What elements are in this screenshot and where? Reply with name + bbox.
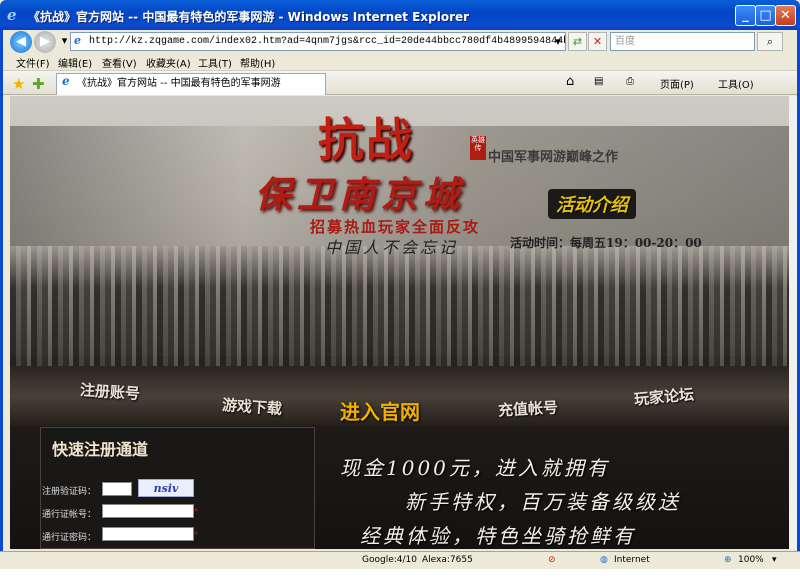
- motto-text: 中国人不会忘记: [325, 238, 459, 257]
- account-input[interactable]: [102, 504, 194, 518]
- search-icon[interactable]: ⌕: [757, 32, 783, 51]
- address-row: ◀ ▶ ▾ e http://kz.zqgame.com/index02.htm…: [0, 30, 800, 53]
- forward-button[interactable]: ▶: [34, 31, 56, 53]
- home-icon[interactable]: ⌂: [566, 74, 574, 89]
- promo-line-3: 经典体验，特色坐骑抢鲜有: [360, 524, 636, 548]
- maximize-button[interactable]: □: [755, 5, 776, 26]
- ie-logo-icon: e: [7, 6, 17, 24]
- minimize-button[interactable]: _: [735, 5, 756, 26]
- vertical-scrollbar[interactable]: [789, 96, 797, 549]
- registration-title: 快速注册通道: [52, 440, 149, 459]
- menu-file[interactable]: 文件(F): [16, 55, 50, 70]
- account-label: 通行证帐号：: [42, 510, 97, 520]
- window-bottom-edge: [0, 569, 800, 578]
- promo-line-1: 现金1000元，进入就拥有: [340, 456, 610, 480]
- print-icon[interactable]: ⎙: [626, 76, 634, 87]
- tab-current[interactable]: e 《抗战》官方网站 -- 中国最有特色的军事网游: [56, 73, 326, 95]
- feeds-icon[interactable]: ▤: [594, 76, 603, 87]
- window-frame-left: [0, 30, 3, 569]
- menu-favorites[interactable]: 收藏夹(A): [146, 55, 191, 70]
- window-title: 《抗战》官方网站 -- 中国最有特色的军事网游 - Windows Intern…: [28, 10, 470, 24]
- promo-line-2: 新手特权，百万装备级级送: [405, 490, 681, 514]
- nav-recharge[interactable]: 充值帐号: [497, 396, 559, 420]
- google-rank: Google:4/10: [362, 555, 417, 565]
- event-time: 活动时间：每周五19：00-20：00: [510, 236, 702, 250]
- search-input[interactable]: 百度: [610, 32, 755, 51]
- captcha-input[interactable]: [102, 482, 132, 496]
- web-content: 抗战 英雄传 中国军事网游巅峰之作 保卫南京城 活动介绍 招募热血玩家全面反攻 …: [10, 96, 789, 549]
- title-bar: e 《抗战》官方网站 -- 中国最有特色的军事网游 - Windows Inte…: [0, 0, 800, 30]
- address-dropdown-icon[interactable]: ▾: [550, 33, 566, 50]
- game-logo[interactable]: 抗战: [318, 104, 414, 170]
- logo-seal: 英雄传: [470, 136, 486, 160]
- menu-help[interactable]: 帮助(H): [240, 55, 275, 70]
- zoom-icon: ⊕: [724, 555, 732, 565]
- close-button[interactable]: ✕: [775, 5, 796, 26]
- nav-enter-site[interactable]: 进入官网: [340, 396, 420, 425]
- address-field[interactable]: e http://kz.zqgame.com/index02.htm?ad=4q…: [70, 32, 566, 51]
- stop-icon[interactable]: ✕: [588, 32, 607, 51]
- refresh-icon[interactable]: ⇄: [568, 32, 587, 51]
- alexa-rank: Alexa:7655: [422, 555, 473, 565]
- banner-soldiers-image: [10, 246, 789, 366]
- account-required-mark: *: [194, 507, 198, 516]
- page-menu[interactable]: 页面(P): [660, 76, 694, 91]
- status-bar: Google:4/10 Alexa:7655 ⊘ ◍ Internet ⊕ 10…: [0, 551, 800, 569]
- add-favorite-icon[interactable]: ✚: [32, 75, 45, 93]
- event-headline: 保卫南京城: [255, 174, 466, 216]
- tab-label: 《抗战》官方网站 -- 中国最有特色的军事网游: [77, 78, 281, 89]
- address-url: http://kz.zqgame.com/index02.htm?ad=4qnm…: [89, 36, 565, 47]
- page-icon: e: [74, 34, 81, 47]
- zoom-level[interactable]: 100%: [738, 555, 764, 565]
- tools-menu[interactable]: 工具(O): [718, 76, 754, 91]
- password-label: 通行证密码：: [42, 533, 97, 543]
- captcha-image[interactable]: nsiv: [138, 479, 194, 497]
- popup-blocker-icon[interactable]: ⊘: [548, 555, 556, 565]
- event-intro-button[interactable]: 活动介绍: [548, 189, 636, 219]
- tab-ie-icon: e: [62, 74, 70, 88]
- menu-tools[interactable]: 工具(T): [198, 55, 232, 70]
- security-zone: Internet: [614, 555, 650, 565]
- zoom-dropdown-icon[interactable]: ▾: [772, 555, 777, 565]
- password-required-mark: *: [194, 530, 198, 539]
- back-button[interactable]: ◀: [10, 31, 32, 53]
- internet-zone-icon: ◍: [600, 555, 608, 565]
- nav-download[interactable]: 游戏下载: [221, 394, 282, 419]
- password-input[interactable]: [102, 527, 194, 541]
- menu-bar: 文件(F) 编辑(E) 查看(V) 收藏夹(A) 工具(T) 帮助(H): [0, 53, 800, 71]
- menu-view[interactable]: 查看(V): [102, 55, 137, 70]
- captcha-label: 注册验证码：: [42, 487, 97, 497]
- menu-edit[interactable]: 编辑(E): [58, 55, 92, 70]
- nav-register[interactable]: 注册账号: [79, 379, 140, 404]
- favorites-star-icon[interactable]: ★: [12, 75, 25, 93]
- banner-slogan: 中国军事网游巅峰之作: [488, 150, 619, 165]
